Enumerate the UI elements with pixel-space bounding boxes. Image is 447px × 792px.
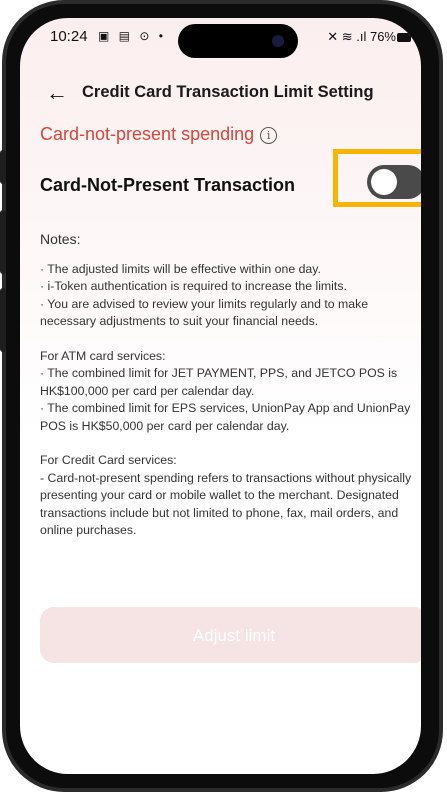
status-time: 10:24 — [50, 28, 88, 45]
highlight-box — [333, 149, 421, 207]
dynamic-island — [178, 24, 298, 58]
battery-icon — [397, 33, 411, 43]
volume-down-button — [0, 288, 6, 352]
status-bar: 10:24 ▣ ▤ ⊙ • ✕ ≋ .ıl 76% — [20, 24, 421, 58]
page-title: Credit Card Transaction Limit Setting — [82, 83, 374, 101]
section-title: Card-not-present spending i — [40, 124, 278, 145]
note-line: · The combined limit for JET PAYMENT, PP… — [40, 366, 398, 398]
note-line: · The adjusted limits will be effective … — [40, 261, 321, 276]
back-arrow-icon[interactable]: ← — [46, 80, 68, 106]
camera-icon — [272, 35, 284, 47]
mute-switch — [0, 150, 6, 184]
notes-section: Notes: · The adjusted limits will be eff… — [40, 231, 412, 540]
note-line: - Card-not-present spending refers to tr… — [40, 470, 412, 538]
signal-wifi-icons: ✕ ≋ .ıl — [327, 29, 367, 44]
toggle-label: Card-Not-Present Transaction — [40, 175, 296, 195]
volume-up-button — [0, 210, 6, 274]
note-line: · The combined limit for EPS services, U… — [40, 401, 411, 433]
notification-icons: ▣ ▤ ⊙ • — [98, 29, 166, 43]
battery-percent: 76% — [369, 29, 396, 44]
credit-heading: For Credit Card services: — [40, 453, 177, 467]
section-title-text: Card-not-present spending — [40, 124, 255, 144]
adjust-limit-button[interactable]: Adjust limit — [40, 607, 421, 663]
info-icon[interactable]: i — [260, 127, 278, 144]
atm-heading: For ATM card services: — [40, 348, 166, 363]
note-line: · You are advised to review your limits … — [40, 296, 369, 329]
app-screen: 10:24 ▣ ▤ ⊙ • ✕ ≋ .ıl 76% ← Credit Card … — [20, 18, 421, 774]
notes-heading: Notes: — [40, 231, 81, 247]
status-right: ✕ ≋ .ıl 76% — [327, 29, 411, 45]
note-line: · i-Token authentication is required to … — [40, 279, 347, 293]
page-header: ← Credit Card Transaction Limit Setting — [20, 78, 421, 108]
